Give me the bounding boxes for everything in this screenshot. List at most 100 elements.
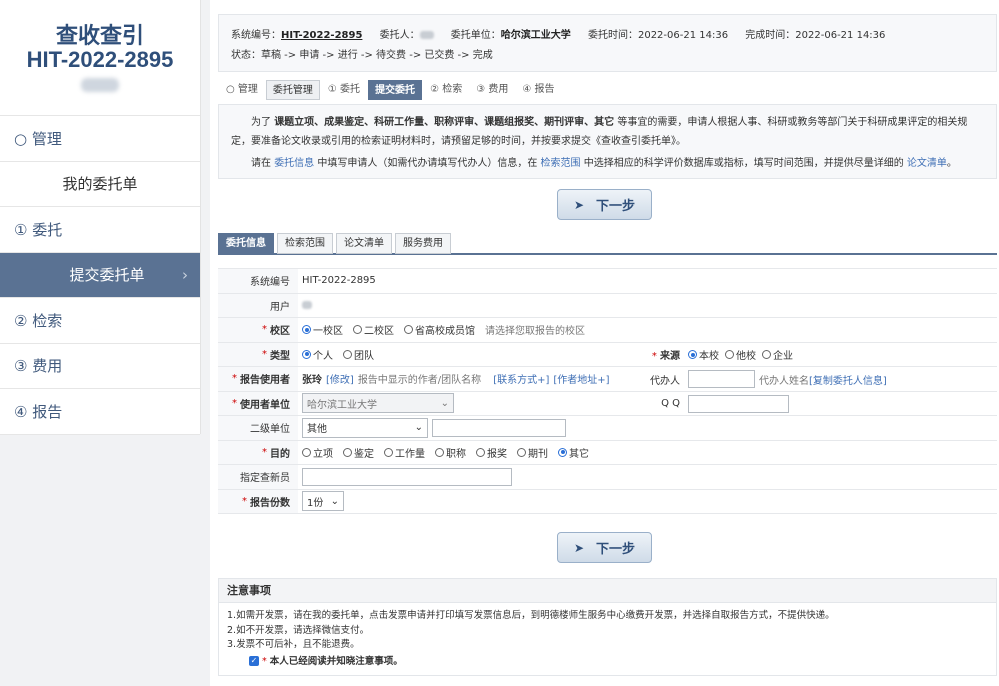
assign-input[interactable] — [302, 467, 512, 486]
tab-search-scope[interactable]: 检索范围 — [277, 233, 333, 254]
link-paper-list[interactable]: 论文清单 — [907, 158, 947, 169]
type-label: 类型 — [270, 350, 290, 362]
org-select[interactable]: 哈尔滨工业大学 ⌄ — [302, 393, 454, 414]
sidebar-item-my-orders[interactable]: 我的委托单 — [0, 162, 200, 207]
row-type-source: * 类型 个人 团队 * 来源 本校 他校 企业 — [218, 342, 997, 367]
time-value: 2022-06-21 14:36 — [637, 30, 729, 41]
notice-title: 注意事项 — [219, 579, 996, 603]
step-manage[interactable]: ○ 管理 — [220, 80, 264, 100]
chevron-down-icon: ⌄ — [330, 495, 339, 507]
time-label: 委托时间： — [587, 30, 638, 41]
campus-radio-1[interactable]: 一校区 — [302, 322, 343, 337]
purpose-radio-appraisal[interactable]: 鉴定 — [343, 445, 374, 460]
link-entrust-info[interactable]: 委托信息 — [274, 158, 314, 169]
agree-checkbox[interactable]: ✓ — [249, 656, 259, 666]
entrust-form: 系统编号 HIT-2022-2895 用户 * 校区 一校区 二校区 省高校成员馆… — [218, 268, 997, 514]
radio-label: 一校区 — [313, 326, 343, 338]
source-radio-company[interactable]: 企业 — [762, 347, 793, 362]
purpose-radio-award[interactable]: 报奖 — [476, 445, 507, 460]
sidebar-item-entrust[interactable]: ① 委托 — [0, 207, 200, 253]
sidebar-item-label: 提交委托单 — [69, 266, 145, 285]
step-report[interactable]: ④ 报告 — [516, 80, 560, 100]
client-label: 委托人： — [379, 30, 420, 41]
row-sub-unit: 二级单位 其他 ⌄ — [218, 416, 997, 441]
step-entrust[interactable]: ① 委托 — [322, 80, 366, 100]
unit-value: 哈尔滨工业大学 — [500, 30, 571, 41]
chevron-right-icon: › — [182, 265, 188, 284]
radio-label: 个人 — [313, 350, 333, 362]
campus-radio-3[interactable]: 省高校成员馆 — [404, 322, 475, 337]
report-user-value: 张玲 — [302, 375, 322, 387]
link-search-scope[interactable]: 检索范围 — [541, 158, 581, 169]
author-address-link[interactable]: [作者地址+] — [553, 371, 609, 386]
source-radio-other[interactable]: 他校 — [725, 347, 756, 362]
tab-paper-list[interactable]: 论文清单 — [336, 233, 392, 254]
status-label: 状态： — [231, 50, 261, 61]
sub-unit-input[interactable] — [432, 418, 566, 437]
radio-label: 鉴定 — [354, 448, 374, 460]
row-user: 用户 — [218, 293, 997, 318]
type-radio-team[interactable]: 团队 — [343, 347, 374, 362]
purpose-radio-project[interactable]: 立项 — [302, 445, 333, 460]
notice-line-2: 2.如不开发票，请选择微信支付。 — [227, 624, 370, 636]
sidebar-item-manage[interactable]: ○ 管理 — [0, 116, 200, 162]
sidebar-item-fee[interactable]: ③ 费用 — [0, 344, 200, 389]
order-info-box: 系统编号：HIT-2022-2895 委托人： 委托单位：哈尔滨工业大学 委托时… — [218, 14, 997, 72]
instr-purposes: 课题立项、成果鉴定、科研工作量、职称评审、课题组报奖、期刊评审、其它 — [274, 117, 615, 128]
unit-label: 委托单位： — [450, 30, 501, 41]
main-content: 系统编号：HIT-2022-2895 委托人： 委托单位：哈尔滨工业大学 委托时… — [210, 0, 999, 686]
step-entrust-manage[interactable]: 委托管理 — [265, 80, 320, 100]
sub-unit-select[interactable]: 其他 ⌄ — [302, 417, 428, 438]
source-radio-own[interactable]: 本校 — [688, 347, 719, 362]
next-label: 下一步 — [596, 542, 636, 557]
agent-input[interactable] — [688, 370, 755, 388]
notice-line-3: 3.发票不可后补，且不能退费。 — [227, 639, 360, 650]
row-copies: * 报告份数 1份 ⌄ — [218, 489, 997, 514]
step-fee[interactable]: ③ 费用 — [470, 80, 514, 100]
report-user-hint: 报告中显示的作者/团队名称 — [357, 375, 482, 387]
type-radio-personal[interactable]: 个人 — [302, 347, 333, 362]
radio-label: 省高校成员馆 — [415, 326, 475, 338]
agent-label: 代办人 — [650, 375, 680, 387]
radio-label: 其它 — [569, 448, 589, 460]
radio-label: 二校区 — [364, 326, 394, 338]
sidebar-item-submit-order[interactable]: 提交委托单 › — [0, 252, 200, 298]
user-field-label: 用户 — [218, 293, 298, 317]
step-submit[interactable]: 提交委托 — [368, 80, 423, 100]
step-search[interactable]: ② 检索 — [424, 80, 468, 100]
instr-text: 请在 — [251, 158, 275, 169]
sidebar-logo: 查收查引 HIT-2022-2895 — [0, 0, 200, 116]
sidebar-item-search[interactable]: ② 检索 — [0, 298, 200, 344]
source-label: 来源 — [660, 351, 680, 362]
copies-label: 报告份数 — [250, 497, 290, 509]
sysno-field-value: HIT-2022-2895 — [302, 275, 376, 287]
purpose-radio-other[interactable]: 其它 — [558, 445, 589, 460]
sysno-value[interactable]: HIT-2022-2895 — [281, 30, 362, 41]
purpose-radio-title[interactable]: 职称 — [435, 445, 466, 460]
purpose-radio-workload[interactable]: 工作量 — [384, 445, 425, 460]
campus-hint: 请选择您取报告的校区 — [485, 326, 585, 338]
radio-label: 团队 — [354, 350, 374, 362]
tab-entrust-info[interactable]: 委托信息 — [218, 233, 274, 254]
contact-link[interactable]: [联系方式+] — [493, 371, 549, 386]
next-step-button-bottom[interactable]: ➤ 下一步 — [557, 532, 652, 563]
done-value: 2022-06-21 14:36 — [795, 30, 886, 41]
sidebar-item-report[interactable]: ④ 报告 — [0, 389, 200, 435]
purpose-label: 目的 — [270, 448, 290, 460]
copies-select[interactable]: 1份 ⌄ — [302, 491, 344, 512]
task-code: HIT-2022-2895 — [26, 47, 174, 72]
modify-link[interactable]: [修改] — [326, 371, 354, 386]
assign-label: 指定查新员 — [218, 465, 298, 489]
row-campus: * 校区 一校区 二校区 省高校成员馆 请选择您取报告的校区 — [218, 318, 997, 343]
tab-service-fee[interactable]: 服务费用 — [395, 233, 451, 254]
next-label: 下一步 — [596, 199, 636, 214]
copy-client-link[interactable]: [复制委托人信息] — [809, 372, 887, 387]
next-step-button-top[interactable]: ➤ 下一步 — [557, 189, 652, 220]
qq-input[interactable] — [688, 394, 789, 413]
campus-radio-2[interactable]: 二校区 — [353, 322, 394, 337]
radio-label: 期刊 — [528, 448, 548, 460]
purpose-radio-journal[interactable]: 期刊 — [517, 445, 548, 460]
radio-label: 工作量 — [395, 448, 425, 460]
radio-label: 报奖 — [487, 448, 507, 460]
org-value: 哈尔滨工业大学 — [307, 399, 377, 411]
